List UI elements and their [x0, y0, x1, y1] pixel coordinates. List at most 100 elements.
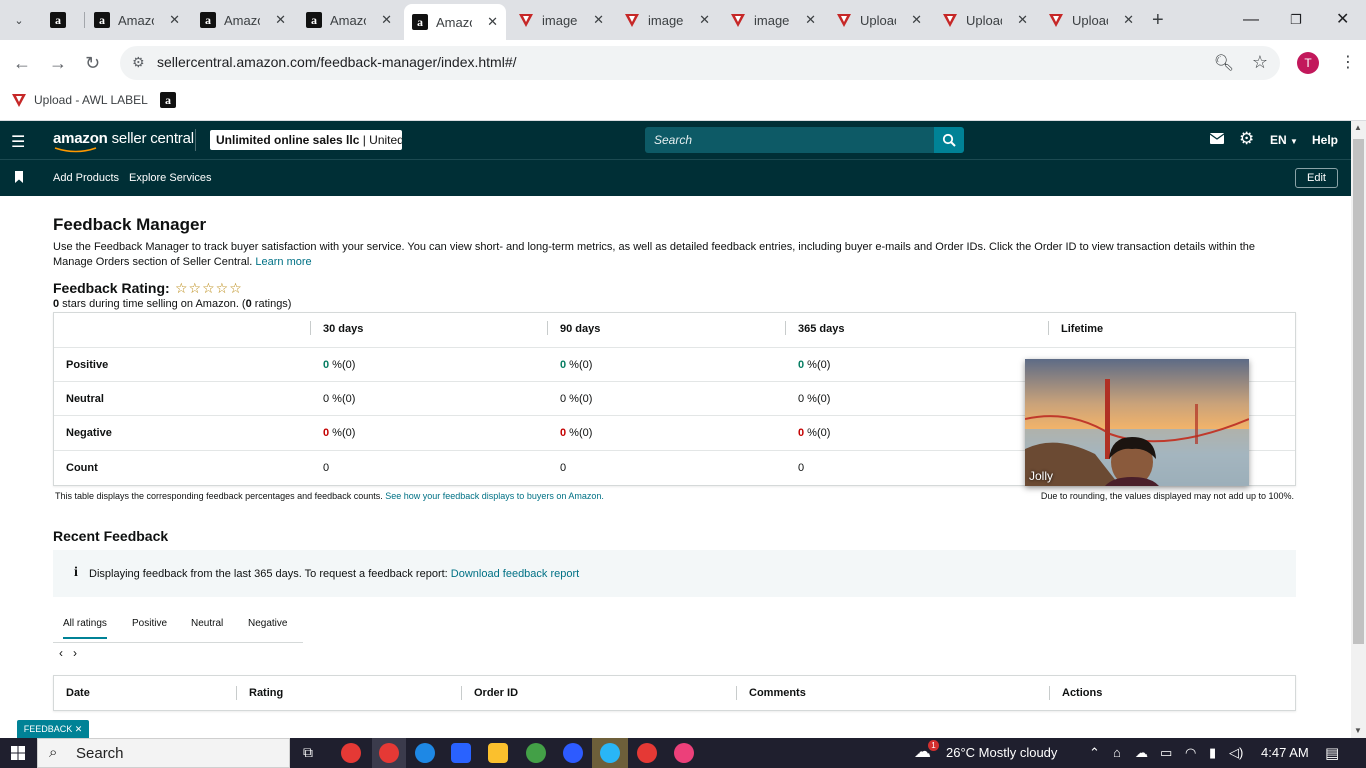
hamburger-menu-icon[interactable]: ☰ — [11, 132, 25, 152]
store-selector-dropdown[interactable]: Unlimited online sales llc | United... — [210, 130, 402, 150]
page-scrollbar[interactable]: ▲ ▼ — [1351, 121, 1366, 738]
pager: ‹ › — [59, 646, 87, 660]
edit-nav-button[interactable]: Edit — [1295, 168, 1338, 188]
tab-all-ratings[interactable]: All ratings — [63, 618, 107, 639]
close-tab-icon[interactable]: ✕ — [593, 12, 604, 28]
profile-avatar[interactable]: T — [1297, 52, 1319, 74]
seller-central-logo[interactable]: amazon seller central — [53, 130, 194, 153]
row-label: Neutral — [66, 393, 104, 405]
browser-tab-7[interactable]: image ✕ — [722, 6, 824, 34]
store-app-icon[interactable] — [451, 743, 471, 763]
chrome-app-icon[interactable] — [379, 743, 399, 763]
help-link[interactable]: Help — [1312, 133, 1338, 147]
battery-icon[interactable]: ▭ — [1160, 745, 1172, 761]
reload-icon[interactable]: ↻ — [85, 52, 100, 74]
bookmark-amazon[interactable]: a — [160, 92, 176, 108]
learn-more-link[interactable]: Learn more — [255, 256, 311, 268]
browser-tab-2[interactable]: a Amazon ✕ — [192, 6, 294, 34]
close-tab-icon[interactable]: ✕ — [1017, 12, 1028, 28]
tab-search-button[interactable]: ⌄ — [6, 8, 32, 32]
telegram-app-icon[interactable] — [600, 743, 620, 763]
forward-arrow-icon[interactable]: → — [49, 52, 67, 74]
slack-app-icon[interactable] — [674, 743, 694, 763]
prev-page-chevron-icon[interactable]: ‹ — [59, 646, 63, 660]
column-header[interactable]: Actions — [1062, 687, 1102, 699]
edge-app-icon[interactable] — [415, 743, 435, 763]
close-tab-icon[interactable]: ✕ — [911, 12, 922, 28]
browser-tab-4-active[interactable]: a Amazon ✕ — [404, 4, 506, 40]
zoom-app-icon[interactable] — [563, 743, 583, 763]
feedback-tab-button[interactable]: FEEDBACK ✕ — [17, 720, 89, 738]
chevron-up-icon[interactable]: ⌃ — [1089, 745, 1100, 761]
tab-positive[interactable]: Positive — [132, 618, 167, 629]
close-tab-icon[interactable]: ✕ — [699, 12, 710, 28]
microphone-icon[interactable]: ▮ — [1209, 745, 1216, 761]
address-bar[interactable]: ⚙ sellercentral.amazon.com/feedback-mana… — [120, 46, 1280, 80]
table-cell: 0 %(0) — [560, 427, 593, 439]
browser-tab-6[interactable]: image ✕ — [616, 6, 718, 34]
browser-tab-5[interactable]: image ✕ — [510, 6, 612, 34]
new-tab-plus-icon[interactable]: + — [1152, 10, 1164, 30]
chrome-app-icon[interactable] — [341, 743, 361, 763]
add-products-link[interactable]: Add Products — [53, 172, 119, 184]
tab-negative[interactable]: Negative — [248, 618, 287, 629]
browser-tab-1[interactable]: a Amazon ✕ — [86, 6, 188, 34]
browser-tab-3[interactable]: a Amazon ✕ — [298, 6, 400, 34]
v-brand-icon — [519, 14, 533, 27]
bookmark-star-icon[interactable]: ☆ — [1252, 52, 1268, 73]
language-selector[interactable]: EN ▼ — [1270, 133, 1298, 147]
back-arrow-icon[interactable]: ← — [13, 52, 31, 74]
chrome-app-icon[interactable] — [526, 743, 546, 763]
volume-icon[interactable]: ◁) — [1229, 745, 1243, 761]
onedrive-cloud-icon[interactable]: ☁ — [1135, 745, 1148, 761]
wifi-icon[interactable]: ◠ — [1185, 745, 1196, 761]
chrome-app-icon[interactable] — [637, 743, 657, 763]
explore-services-link[interactable]: Explore Services — [129, 172, 212, 184]
close-tab-icon[interactable]: ✕ — [487, 14, 498, 30]
clock-time[interactable]: 4:47 AM — [1261, 745, 1309, 760]
taskbar-search-box[interactable]: ⌕ Search — [37, 738, 290, 768]
buyer-display-link[interactable]: See how your feedback displays to buyers… — [385, 491, 604, 501]
browser-tab-8[interactable]: Upload ✕ — [828, 6, 930, 34]
file-explorer-icon[interactable] — [488, 743, 508, 763]
site-info-icon[interactable]: ⚙ — [132, 54, 145, 71]
column-header[interactable]: Order ID — [474, 687, 518, 699]
chrome-menu-icon[interactable]: ⋮ — [1340, 52, 1356, 72]
mail-icon[interactable] — [1209, 132, 1225, 148]
windows-start-icon[interactable] — [11, 746, 25, 760]
column-separator — [1048, 321, 1049, 335]
next-page-chevron-icon[interactable]: › — [73, 646, 77, 660]
settings-gear-icon[interactable]: ⚙ — [1239, 130, 1254, 147]
scroll-up-arrow-icon[interactable]: ▲ — [1354, 123, 1362, 132]
minimize-window-icon[interactable]: — — [1243, 10, 1259, 30]
close-tab-icon[interactable]: ✕ — [275, 12, 286, 28]
browser-tab-0[interactable]: a — [42, 6, 82, 34]
notifications-icon[interactable]: ▤ — [1325, 744, 1339, 762]
bookmark-upload-awl-label[interactable]: Upload - AWL LABEL — [11, 92, 148, 108]
task-view-icon[interactable]: ⧉ — [303, 744, 313, 761]
close-tab-icon[interactable]: ✕ — [169, 12, 180, 28]
zoom-magnifier-icon[interactable]: 🔍︎ — [1214, 53, 1234, 73]
download-report-link[interactable]: Download feedback report — [451, 568, 579, 580]
scroll-down-arrow-icon[interactable]: ▼ — [1354, 726, 1362, 735]
close-window-icon[interactable]: ✕ — [1336, 10, 1349, 30]
browser-tab-10[interactable]: Upload ✕ — [1040, 6, 1142, 34]
meet-icon[interactable]: ⌂ — [1113, 745, 1121, 760]
column-header[interactable]: Rating — [249, 687, 283, 699]
search-button[interactable] — [934, 127, 964, 153]
weather-text[interactable]: 26°C Mostly cloudy — [946, 745, 1057, 760]
video-call-overlay[interactable]: Jolly — [1025, 359, 1249, 486]
close-tab-icon[interactable]: ✕ — [805, 12, 816, 28]
close-tab-icon[interactable]: ✕ — [381, 12, 392, 28]
column-header[interactable]: Date — [66, 687, 90, 699]
url-text[interactable]: sellercentral.amazon.com/feedback-manage… — [157, 54, 517, 70]
restore-window-icon[interactable]: ❐ — [1290, 10, 1302, 30]
scroll-thumb[interactable] — [1353, 139, 1364, 644]
row-label: Negative — [66, 427, 112, 439]
browser-tab-9[interactable]: Upload ✕ — [934, 6, 1036, 34]
column-header[interactable]: Comments — [749, 687, 806, 699]
tab-neutral[interactable]: Neutral — [191, 618, 223, 629]
close-tab-icon[interactable]: ✕ — [1123, 12, 1134, 28]
seller-search-input[interactable]: Search — [645, 127, 934, 153]
bookmark-ribbon-icon[interactable] — [14, 171, 24, 183]
